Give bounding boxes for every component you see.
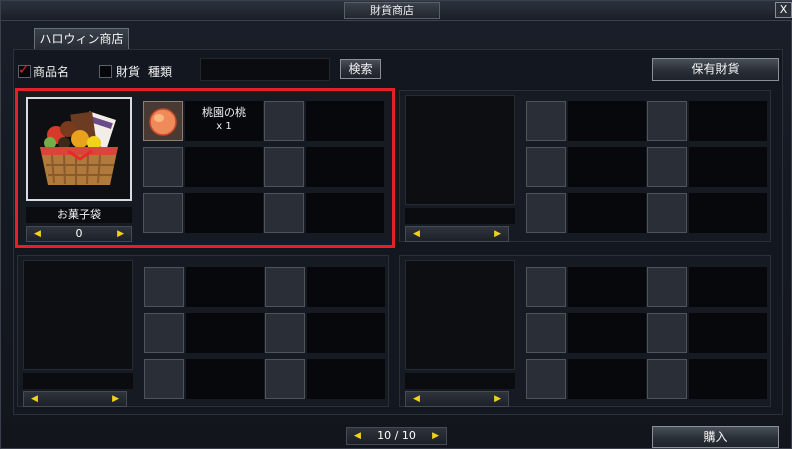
material-info (568, 193, 646, 233)
kind-label: 種類 (148, 65, 173, 79)
material-slot-icon[interactable] (647, 359, 687, 399)
decrease-quantity-arrow[interactable]: ◀ (413, 228, 420, 241)
product-preview (405, 95, 515, 205)
material-info (568, 101, 646, 141)
material-info (186, 267, 264, 307)
material-slot-icon[interactable] (647, 313, 687, 353)
search-input[interactable] (200, 58, 330, 81)
material-slot-icon[interactable] (647, 147, 687, 187)
material-slot-icon[interactable] (264, 147, 304, 187)
quantity-selector: ◀ ▶ (405, 391, 509, 407)
next-page-arrow[interactable]: ▶ (432, 430, 439, 443)
material-info (306, 193, 384, 233)
material-slot-icon[interactable] (647, 193, 687, 233)
material-info (689, 101, 767, 141)
material-info (307, 267, 385, 307)
material-count: x 1 (216, 121, 232, 132)
quantity-value: 0 (75, 227, 83, 240)
material-info (185, 193, 263, 233)
material-slot-icon[interactable] (143, 147, 183, 187)
pagination: ◀ 10 / 10 ▶ (346, 427, 447, 445)
decrease-quantity-arrow[interactable]: ◀ (31, 393, 38, 406)
material-info (568, 359, 646, 399)
material-name: 桃園の桃 (202, 106, 246, 119)
material-slot-icon[interactable] (526, 101, 566, 141)
material-slot-icon[interactable] (526, 147, 566, 187)
buy-button[interactable]: 購入 (652, 426, 779, 448)
material-info (306, 147, 384, 187)
peach-icon (144, 102, 182, 140)
material-slot-icon[interactable] (264, 193, 304, 233)
increase-quantity-arrow[interactable]: ▶ (494, 228, 501, 241)
product-name (405, 208, 515, 224)
product-slot[interactable]: ◀ ▶ (399, 90, 771, 242)
product-name-label: 商品名 (33, 65, 70, 79)
material-slot-icon[interactable] (647, 101, 687, 141)
material-info (689, 267, 767, 307)
material-slot-icon[interactable] (264, 101, 304, 141)
material-slot-icon[interactable] (143, 193, 183, 233)
increase-quantity-arrow[interactable]: ▶ (117, 228, 124, 241)
material-slot-icon[interactable] (526, 267, 566, 307)
material-info (185, 147, 263, 187)
material-slot-icon[interactable] (265, 359, 305, 399)
material-info (568, 267, 646, 307)
product-name (405, 373, 515, 389)
candy-basket-icon (28, 99, 130, 199)
material-info (186, 313, 264, 353)
material-info (306, 101, 384, 141)
material-slot-icon[interactable] (144, 313, 184, 353)
material-slot-icon[interactable] (647, 267, 687, 307)
search-button[interactable]: 検索 (340, 59, 381, 79)
increase-quantity-arrow[interactable]: ▶ (494, 393, 501, 406)
material-slot-icon[interactable] (144, 267, 184, 307)
material-slot-icon[interactable] (265, 313, 305, 353)
decrease-quantity-arrow[interactable]: ◀ (413, 393, 420, 406)
material-info (568, 313, 646, 353)
product-preview (23, 260, 133, 370)
material-slot-icon[interactable] (265, 267, 305, 307)
title-bar: 財貨商店 X (1, 1, 792, 21)
currency-shop-window: 財貨商店 X ハロウィン商店 ✓ 商品名 財貨 種類 検索 保有財貨 お菓子袋 … (0, 0, 792, 449)
material-info (307, 313, 385, 353)
tab-halloween-shop[interactable]: ハロウィン商店 (34, 28, 129, 50)
owned-currency-button[interactable]: 保有財貨 (652, 58, 779, 81)
material-slot-icon[interactable] (143, 101, 183, 141)
quantity-selector: ◀ ▶ (23, 391, 127, 407)
currency-kind-checkbox[interactable] (99, 65, 112, 78)
material-slot-icon[interactable] (526, 193, 566, 233)
material-info: 桃園の桃 x 1 (185, 101, 263, 141)
product-slot[interactable]: ◀ ▶ (17, 255, 389, 407)
material-info (689, 147, 767, 187)
product-preview (405, 260, 515, 370)
window-title: 財貨商店 (344, 2, 440, 19)
product-name-checkbox[interactable]: ✓ (18, 62, 31, 78)
material-info (307, 359, 385, 399)
material-info (689, 313, 767, 353)
product-preview[interactable] (26, 97, 132, 201)
quantity-selector: ◀ 0 ▶ (26, 226, 132, 242)
material-info (568, 147, 646, 187)
currency-label: 財貨 (116, 65, 141, 79)
material-info (186, 359, 264, 399)
material-slot-icon[interactable] (144, 359, 184, 399)
close-button[interactable]: X (775, 2, 792, 18)
product-name: お菓子袋 (26, 207, 132, 223)
product-slot[interactable]: お菓子袋 ◀ 0 ▶ 桃園の桃 x 1 (15, 88, 395, 248)
product-name (23, 373, 133, 389)
material-slot-icon[interactable] (526, 313, 566, 353)
material-info (689, 359, 767, 399)
quantity-selector: ◀ ▶ (405, 226, 509, 242)
material-slot-icon[interactable] (526, 359, 566, 399)
product-slot[interactable]: ◀ ▶ (399, 255, 771, 407)
material-info (689, 193, 767, 233)
increase-quantity-arrow[interactable]: ▶ (112, 393, 119, 406)
checkmark-icon: ✓ (18, 62, 30, 78)
